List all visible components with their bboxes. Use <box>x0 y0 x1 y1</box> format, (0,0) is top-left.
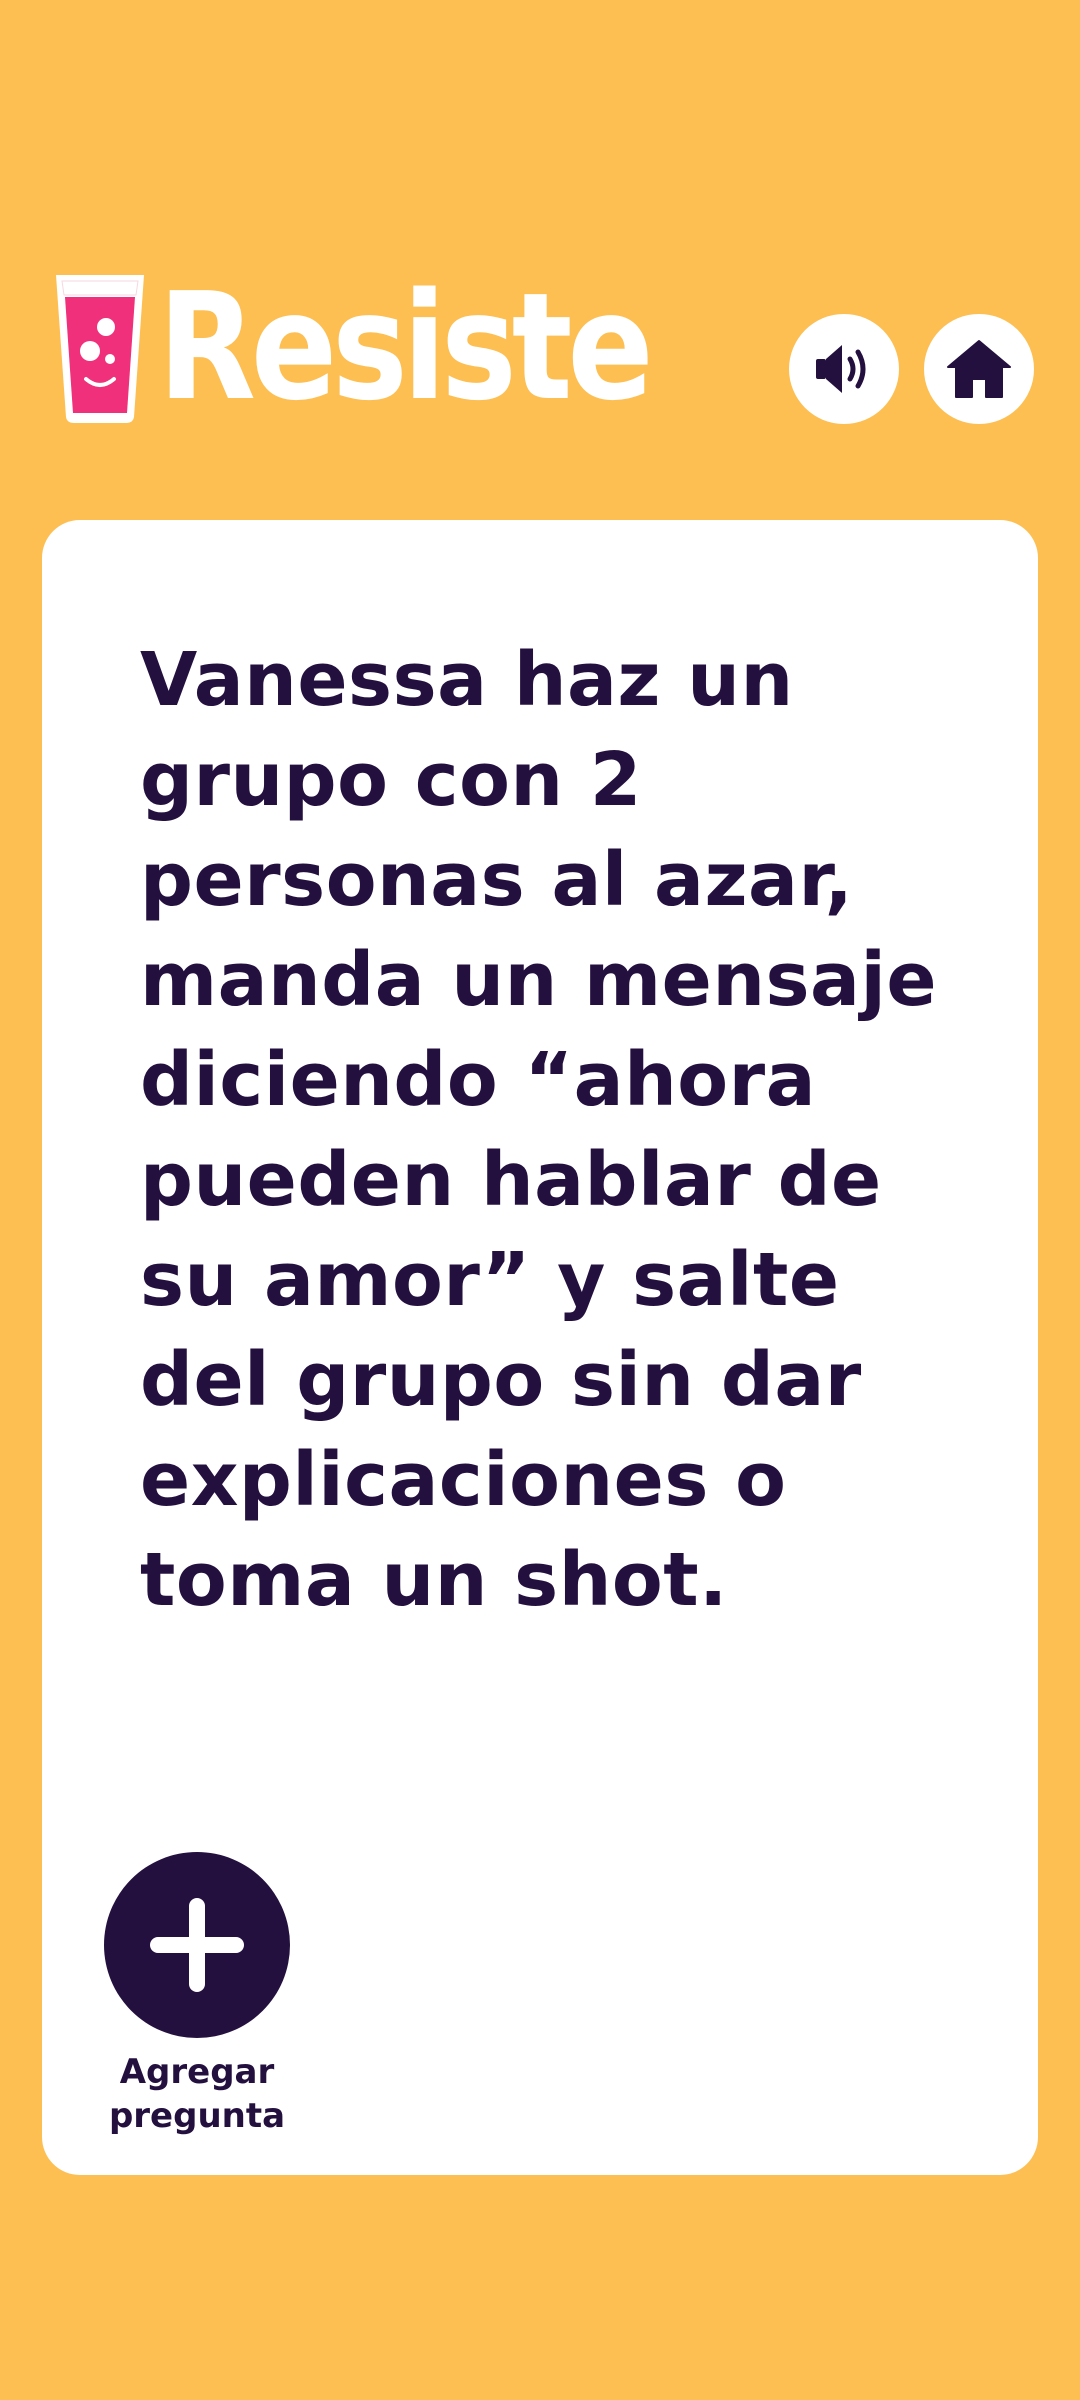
question-card: Vanessa haz un grupo con 2 personas al a… <box>42 520 1038 2175</box>
header: Resiste <box>0 262 1080 432</box>
speaker-icon <box>816 345 866 393</box>
drink-glass-icon <box>56 275 144 423</box>
home-icon <box>947 340 1011 398</box>
app-title: Resiste <box>158 261 654 433</box>
sound-button[interactable] <box>789 314 899 424</box>
app-logo: Resiste <box>50 262 728 432</box>
add-question-button[interactable] <box>104 1852 290 2038</box>
home-button[interactable] <box>924 314 1034 424</box>
question-text: Vanessa haz un grupo con 2 personas al a… <box>140 637 938 1623</box>
plus-icon <box>150 1898 244 1992</box>
add-question-label[interactable]: Agregar pregunta <box>72 2050 322 2138</box>
